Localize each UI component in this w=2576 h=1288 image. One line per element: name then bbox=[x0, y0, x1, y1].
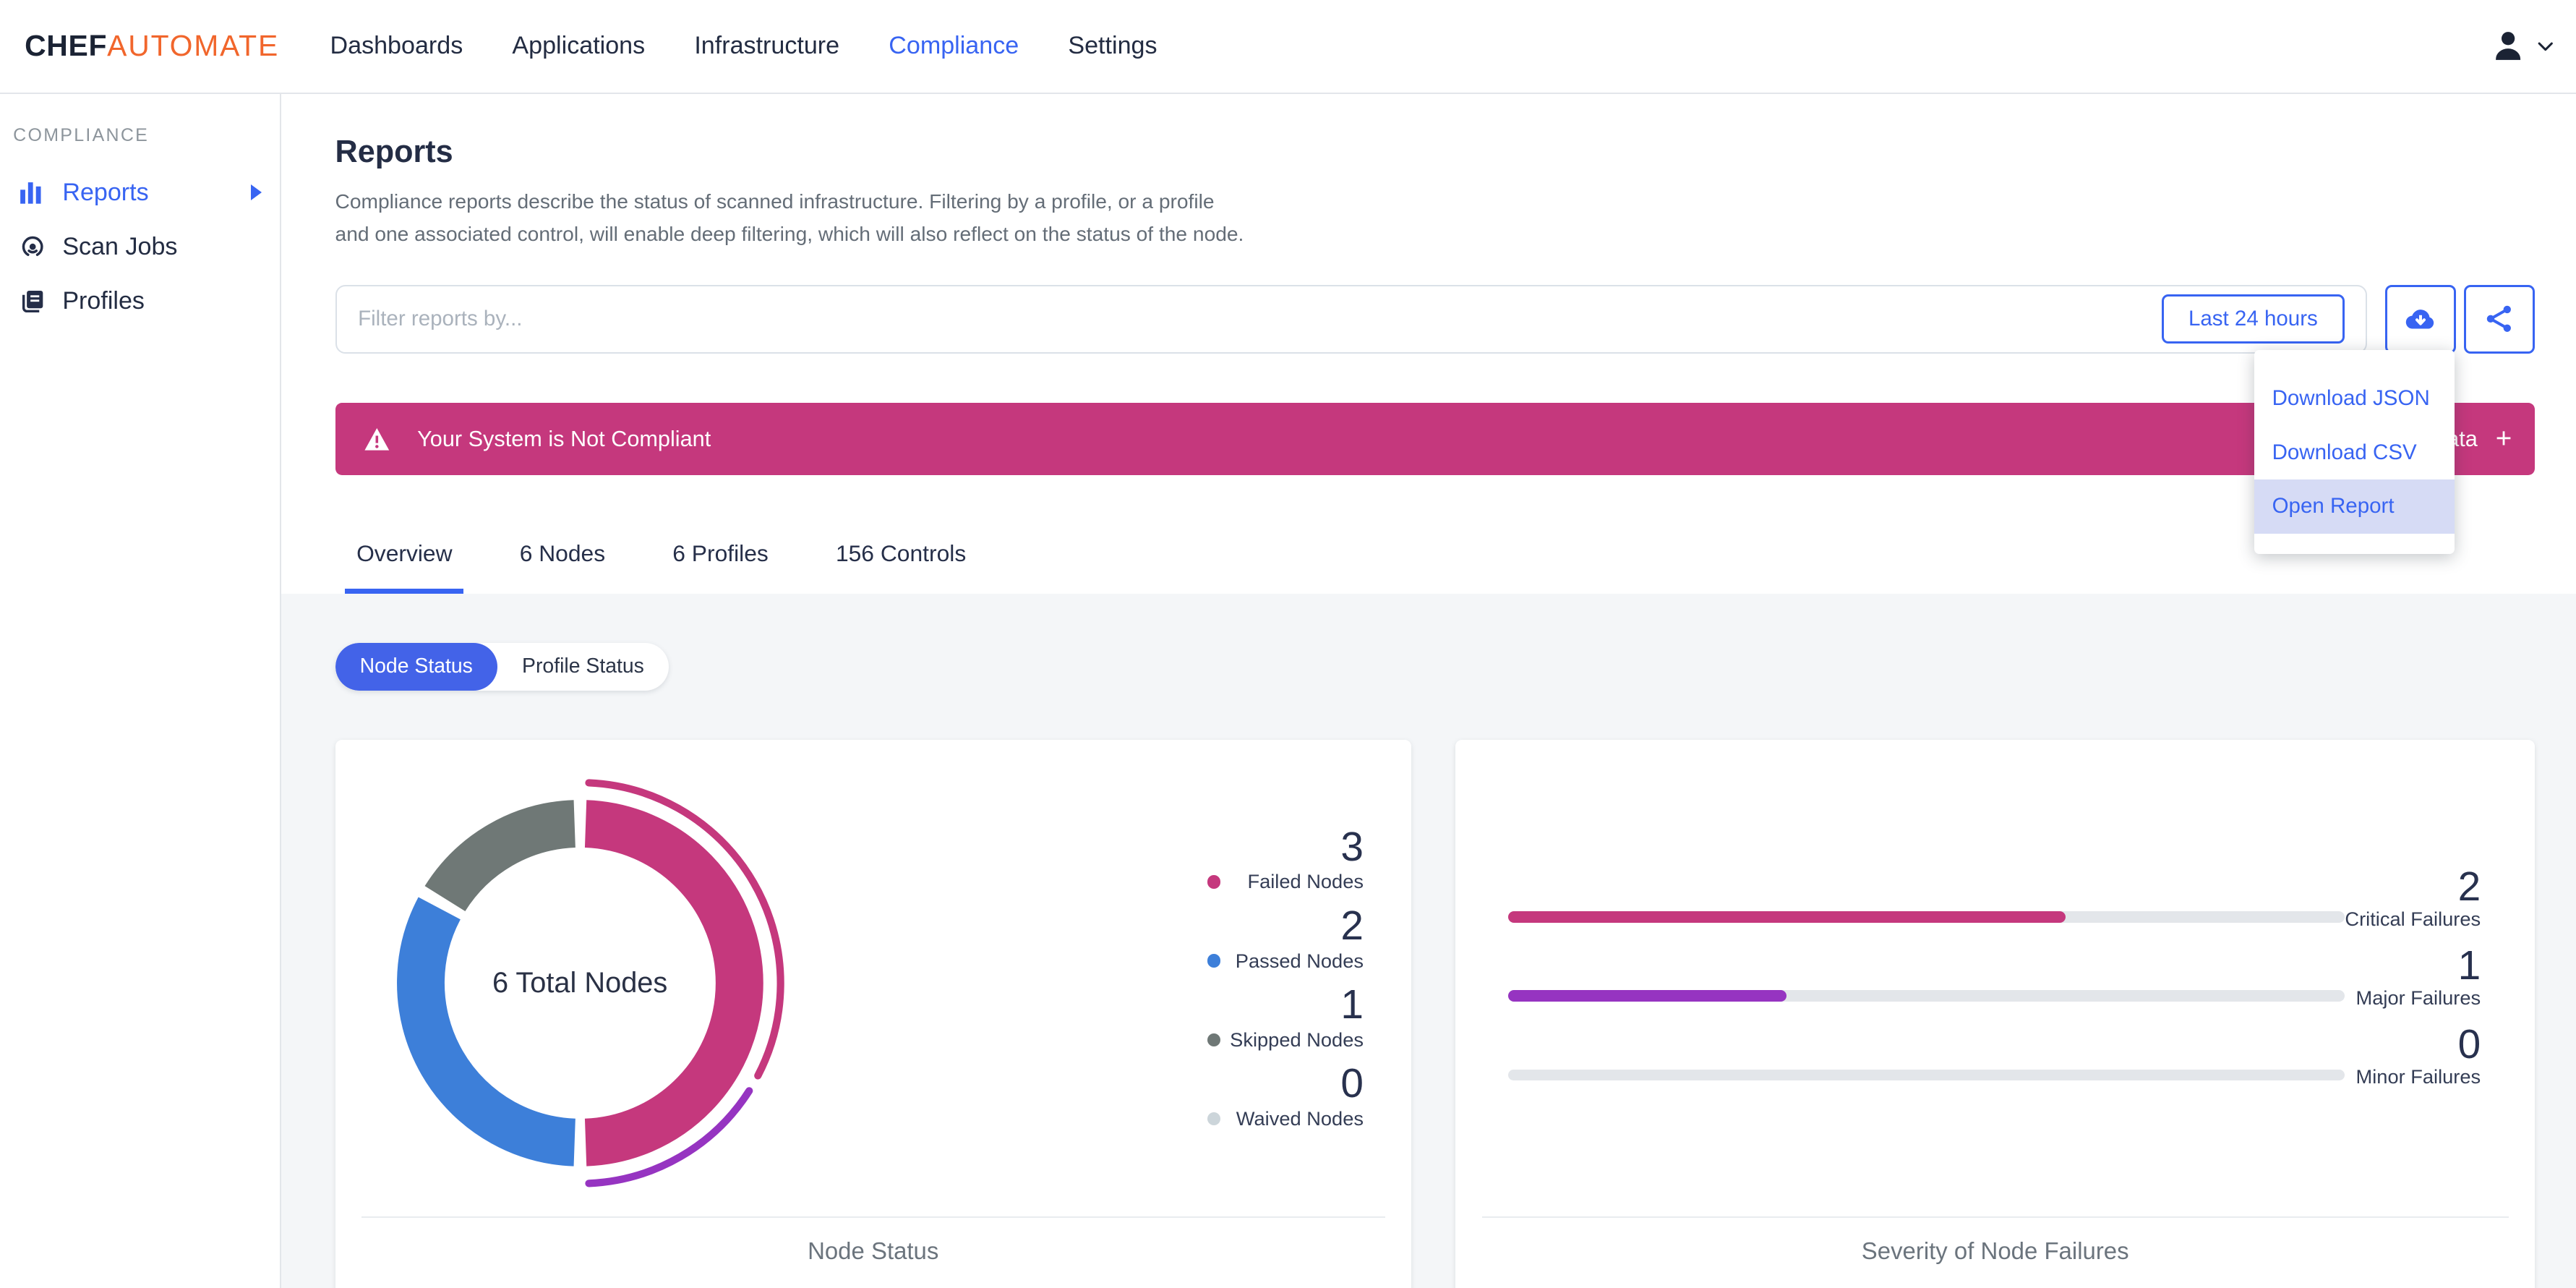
report-tabs: Overview 6 Nodes 6 Profiles 156 Controls bbox=[335, 475, 2536, 594]
person-icon[interactable] bbox=[2489, 27, 2527, 65]
logo-chef-text: CHEF bbox=[25, 29, 108, 63]
sidebar-section-label: COMPLIANCE bbox=[13, 124, 150, 145]
warning-triangle-icon bbox=[363, 425, 391, 453]
compliance-sidebar: COMPLIANCE Reports Scan Jobs Profiles bbox=[0, 93, 281, 1288]
toggle-profile-status[interactable]: Profile Status bbox=[497, 643, 669, 691]
time-range-button[interactable]: Last 24 hours bbox=[2161, 294, 2345, 344]
sidebar-item-scan-jobs[interactable]: Scan Jobs bbox=[0, 220, 280, 274]
chevron-down-icon[interactable] bbox=[2535, 35, 2556, 57]
severity-caption: Severity of Node Failures bbox=[1861, 1237, 2129, 1265]
overview-panel: Node Status Profile Status 6 Total Nodes… bbox=[281, 593, 2576, 1288]
menu-item-download-csv[interactable]: Download CSV bbox=[2254, 426, 2455, 480]
toggle-node-status[interactable]: Node Status bbox=[335, 642, 497, 691]
legend-item-waived: 0 Waived Nodes bbox=[1180, 1062, 1364, 1130]
critical-failures-row: 2 Critical Failures bbox=[1455, 848, 2535, 930]
download-menu: Download JSON Download CSV Open Report bbox=[2254, 349, 2455, 554]
main-nav: Dashboards Applications Infrastructure C… bbox=[305, 0, 1181, 93]
node-status-legend: 3 Failed Nodes 2 Passed Nodes 1 Skipped … bbox=[1180, 825, 1364, 1140]
bar-chart-icon bbox=[20, 182, 52, 205]
chef-automate-logo[interactable]: CHEF AUTOMATE bbox=[25, 29, 279, 63]
tab-overview[interactable]: Overview bbox=[345, 540, 464, 594]
sidebar-item-label: Profiles bbox=[62, 286, 145, 315]
minor-bar-track bbox=[1507, 1069, 2345, 1081]
nav-settings[interactable]: Settings bbox=[1043, 0, 1181, 93]
top-navigation-bar: CHEF AUTOMATE Dashboards Applications Inf… bbox=[0, 0, 2576, 94]
legend-item-passed: 2 Passed Nodes bbox=[1180, 904, 1364, 973]
card-divider bbox=[1481, 1216, 2509, 1218]
menu-item-download-json[interactable]: Download JSON bbox=[2254, 372, 2455, 426]
major-bar-fill bbox=[1507, 990, 1787, 1002]
compliance-status-banner: Your System is Not Compliant Report Meta… bbox=[335, 403, 2536, 476]
node-status-card: 6 Total Nodes 3 Failed Nodes 2 Passed No… bbox=[335, 739, 1411, 1288]
sidebar-item-label: Scan Jobs bbox=[62, 232, 178, 260]
critical-bar-track bbox=[1507, 911, 2345, 924]
sidebar-item-profiles[interactable]: Profiles bbox=[0, 274, 280, 328]
passed-dot-icon bbox=[1207, 954, 1221, 968]
node-status-caption: Node Status bbox=[808, 1237, 939, 1265]
critical-bar-fill bbox=[1507, 911, 2066, 924]
waived-dot-icon bbox=[1207, 1112, 1221, 1125]
nav-compliance[interactable]: Compliance bbox=[864, 0, 1043, 93]
status-toggle: Node Status Profile Status bbox=[335, 642, 669, 691]
skipped-dot-icon bbox=[1207, 1033, 1221, 1046]
filter-toolbar: Last 24 hours bbox=[335, 284, 2536, 354]
nav-dashboards[interactable]: Dashboards bbox=[305, 0, 487, 93]
plus-icon[interactable]: + bbox=[2496, 423, 2512, 455]
failed-dot-icon bbox=[1207, 875, 1221, 889]
major-bar-track bbox=[1507, 990, 2345, 1002]
nav-applications[interactable]: Applications bbox=[487, 0, 669, 93]
severity-card: 2 Critical Failures 1 Major Failures 0 M… bbox=[1455, 739, 2536, 1288]
banner-message: Your System is Not Compliant bbox=[417, 426, 711, 451]
tab-controls[interactable]: 156 Controls bbox=[824, 540, 977, 594]
tab-profiles[interactable]: 6 Profiles bbox=[661, 540, 779, 594]
card-divider bbox=[361, 1216, 1385, 1218]
share-icon bbox=[2482, 302, 2517, 336]
minor-failures-row: 0 Minor Failures bbox=[1455, 1006, 2535, 1088]
documents-icon bbox=[20, 288, 52, 314]
radar-icon bbox=[20, 234, 52, 260]
major-failures-row: 1 Major Failures bbox=[1455, 927, 2535, 1009]
download-button[interactable] bbox=[2385, 284, 2457, 354]
submenu-arrow-icon bbox=[250, 184, 262, 201]
legend-item-failed: 3 Failed Nodes bbox=[1180, 825, 1364, 894]
sidebar-item-reports[interactable]: Reports bbox=[0, 166, 280, 220]
filter-bar: Last 24 hours bbox=[335, 284, 2368, 354]
cloud-download-icon bbox=[2402, 301, 2439, 337]
legend-item-skipped: 1 Skipped Nodes bbox=[1180, 983, 1364, 1052]
sidebar-item-label: Reports bbox=[62, 178, 149, 206]
page-title: Reports bbox=[335, 135, 453, 170]
logo-automate-text: AUTOMATE bbox=[107, 29, 280, 63]
node-status-donut-chart[interactable]: 6 Total Nodes bbox=[367, 769, 794, 1197]
menu-item-open-report[interactable]: Open Report bbox=[2254, 479, 2455, 534]
filter-reports-input[interactable] bbox=[336, 307, 2162, 332]
main-content: Reports Compliance reports describe the … bbox=[281, 93, 2576, 1288]
nav-infrastructure[interactable]: Infrastructure bbox=[669, 0, 864, 93]
page-description: Compliance reports describe the status o… bbox=[335, 189, 1244, 245]
share-button[interactable] bbox=[2464, 284, 2536, 354]
tab-nodes[interactable]: 6 Nodes bbox=[508, 540, 617, 594]
